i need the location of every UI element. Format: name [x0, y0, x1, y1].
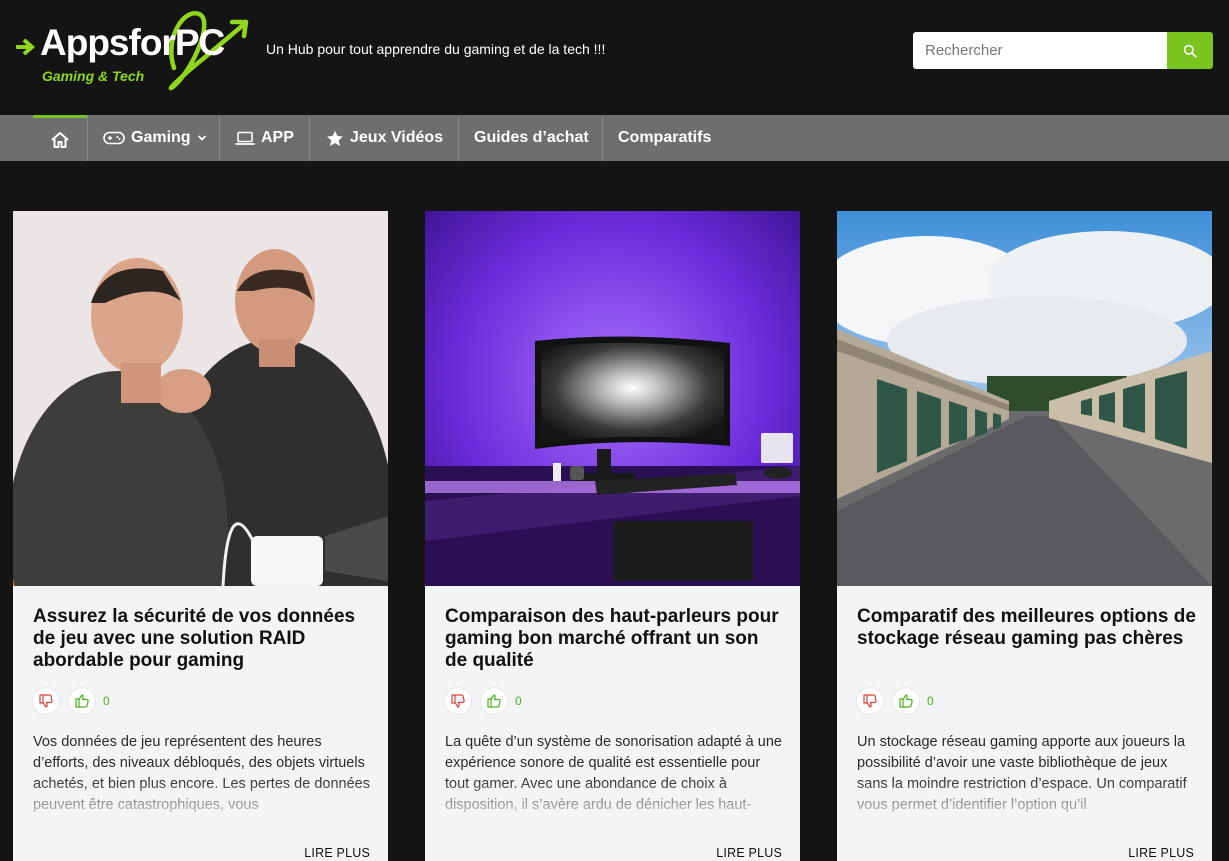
like-button[interactable] [893, 688, 919, 714]
dislike-button[interactable] [857, 688, 883, 714]
logo-subtitle: Gaming & Tech [42, 68, 145, 84]
nav-item-label: Guides d’achat [474, 129, 589, 146]
thumbs-down-icon [39, 694, 53, 708]
thumbs-down-icon [863, 694, 877, 708]
article-title[interactable]: Assurez la sécurité de vos données de je… [33, 606, 373, 672]
article-title[interactable]: Comparaison des haut-parleurs pour gamin… [445, 606, 785, 672]
vote-bar: 0 [445, 687, 522, 715]
nav-item-app[interactable]: APP [235, 115, 294, 161]
nav-item-label: Jeux Vidéos [350, 129, 444, 146]
search-icon [1183, 44, 1197, 58]
gamepad-icon [103, 131, 125, 145]
vote-bar: 0 [857, 687, 934, 715]
laptop-icon [235, 131, 255, 146]
thumbs-up-icon [75, 694, 89, 708]
home-icon [51, 131, 69, 148]
article-card: Assurez la sécurité de vos données de je… [13, 211, 388, 861]
thumbs-up-icon [899, 694, 913, 708]
like-count: 0 [515, 694, 522, 708]
article-excerpt: Vos données de jeu représentent des heur… [33, 734, 370, 813]
read-more-link[interactable]: LIRE PLUS [304, 846, 370, 860]
article-image[interactable] [425, 211, 800, 586]
nav-item-label: Comparatifs [618, 129, 712, 146]
nav-item-comparatifs[interactable]: Comparatifs [618, 115, 711, 161]
article-title[interactable]: Comparatif des meilleures options de sto… [857, 606, 1197, 650]
nav-divider [602, 115, 603, 161]
read-more-link[interactable]: LIRE PLUS [716, 846, 782, 860]
nav-item-jeux-videos[interactable]: Jeux Vidéos [326, 115, 443, 161]
site-tagline: Un Hub pour tout apprendre du gaming et … [266, 41, 606, 57]
thumbs-down-icon [451, 694, 465, 708]
read-more-link[interactable]: LIRE PLUS [1128, 846, 1194, 860]
like-count: 0 [927, 694, 934, 708]
article-excerpt: La quête d’un système de sonorisation ad… [445, 734, 782, 813]
dislike-button[interactable] [445, 688, 471, 714]
article-image[interactable] [13, 211, 388, 586]
article-card: Comparatif des meilleures options de sto… [837, 211, 1212, 861]
thumbs-up-icon [487, 694, 501, 708]
article-image[interactable] [837, 211, 1212, 586]
nav-item-gaming[interactable]: Gaming [103, 115, 207, 161]
site-header: AppsforPC Gaming & Tech Un Hub pour tout… [0, 0, 1229, 115]
nav-item-guides-achat[interactable]: Guides d’achat [474, 115, 589, 161]
search-input[interactable] [913, 32, 1167, 69]
nav-item-label: Gaming [131, 129, 191, 146]
site-logo[interactable]: AppsforPC Gaming & Tech [14, 8, 254, 96]
vote-bar: 0 [33, 687, 110, 715]
dislike-button[interactable] [33, 688, 59, 714]
nav-home[interactable] [33, 115, 87, 161]
nav-divider [458, 115, 459, 161]
nav-divider [309, 115, 310, 161]
search-form [913, 32, 1213, 69]
article-excerpt: Un stockage réseau gaming apporte aux jo… [857, 734, 1187, 813]
nav-item-label: APP [261, 129, 294, 146]
star-icon [326, 130, 344, 147]
nav-divider [219, 115, 220, 161]
article-card: Comparaison des haut-parleurs pour gamin… [425, 211, 800, 861]
main-navigation: Gaming APP Jeux Vidéos Guides d’achat Co… [0, 115, 1229, 161]
search-button[interactable] [1167, 32, 1213, 69]
like-count: 0 [103, 694, 110, 708]
like-button[interactable] [69, 688, 95, 714]
like-button[interactable] [481, 688, 507, 714]
nav-divider [87, 115, 88, 161]
logo-text: AppsforPC [40, 22, 225, 63]
chevron-down-icon [197, 135, 206, 141]
